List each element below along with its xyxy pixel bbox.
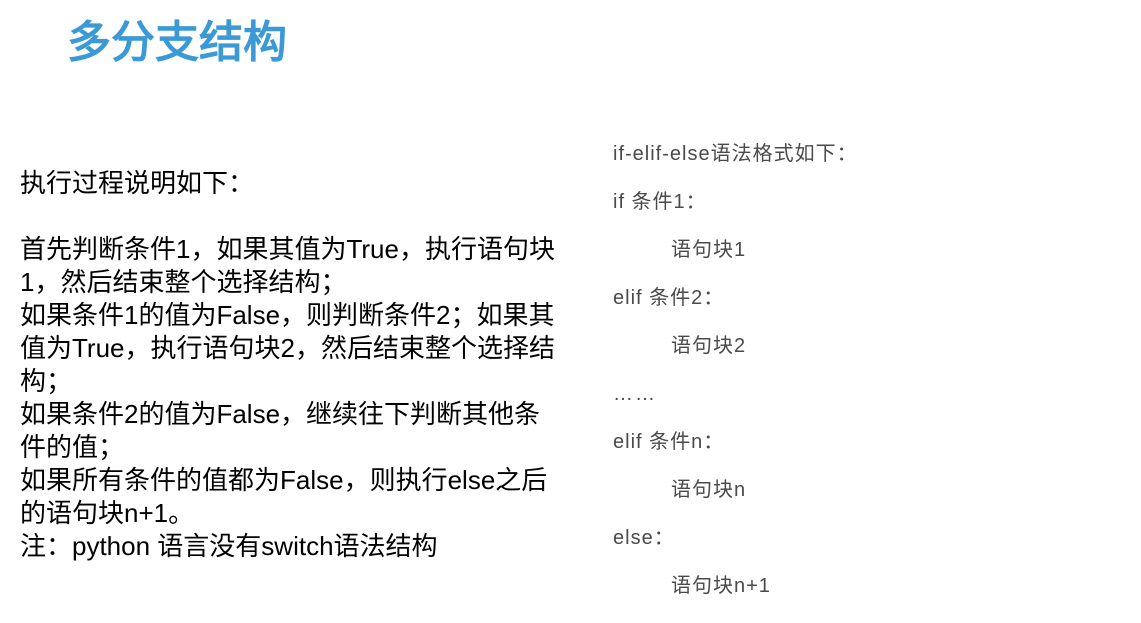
syntax-line-else: else： [613,527,675,549]
explanation-paragraph-4: 如果所有条件的值都为False，则执行else之后的语句块n+1。 [20,465,548,528]
explanation-paragraph-1: 首先判断条件1，如果其值为True，执行语句块1，然后结束整个选择结构； [20,234,555,297]
syntax-line-elif-2: elif 条件2： [613,287,725,309]
explanation-paragraph-2: 如果条件1的值为False，则判断条件2；如果其值为True，执行语句块2，然后… [20,300,555,396]
explanation-paragraph-3: 如果条件2的值为False，继续往下判断其他条件的值； [20,399,541,462]
explanation-heading: 执行过程说明如下： [20,168,255,198]
syntax-line-block-n-plus-1: 语句块n+1 [671,575,771,597]
slide: 多分支结构 执行过程说明如下： 首先判断条件1，如果其值为True，执行语句块1… [0,0,1141,623]
syntax-heading: if-elif-else语法格式如下： [613,143,858,165]
syntax-line-if: if 条件1： [613,191,707,213]
syntax-block: if-elif-else语法格式如下： if 条件1： 语句块1 elif 条件… [613,140,1113,620]
explanation-note: 注：python 语言没有switch语法结构 [20,531,438,561]
explanation-text-block: 执行过程说明如下： 首先判断条件1，如果其值为True，执行语句块1，然后结束整… [20,167,560,563]
syntax-line-ellipsis: …… [613,383,657,405]
syntax-line-elif-n: elif 条件n： [613,431,725,453]
syntax-line-block-n: 语句块n [671,479,747,501]
syntax-line-block-1: 语句块1 [671,239,747,261]
syntax-line-block-2: 语句块2 [671,335,747,357]
slide-title: 多分支结构 [67,18,287,67]
